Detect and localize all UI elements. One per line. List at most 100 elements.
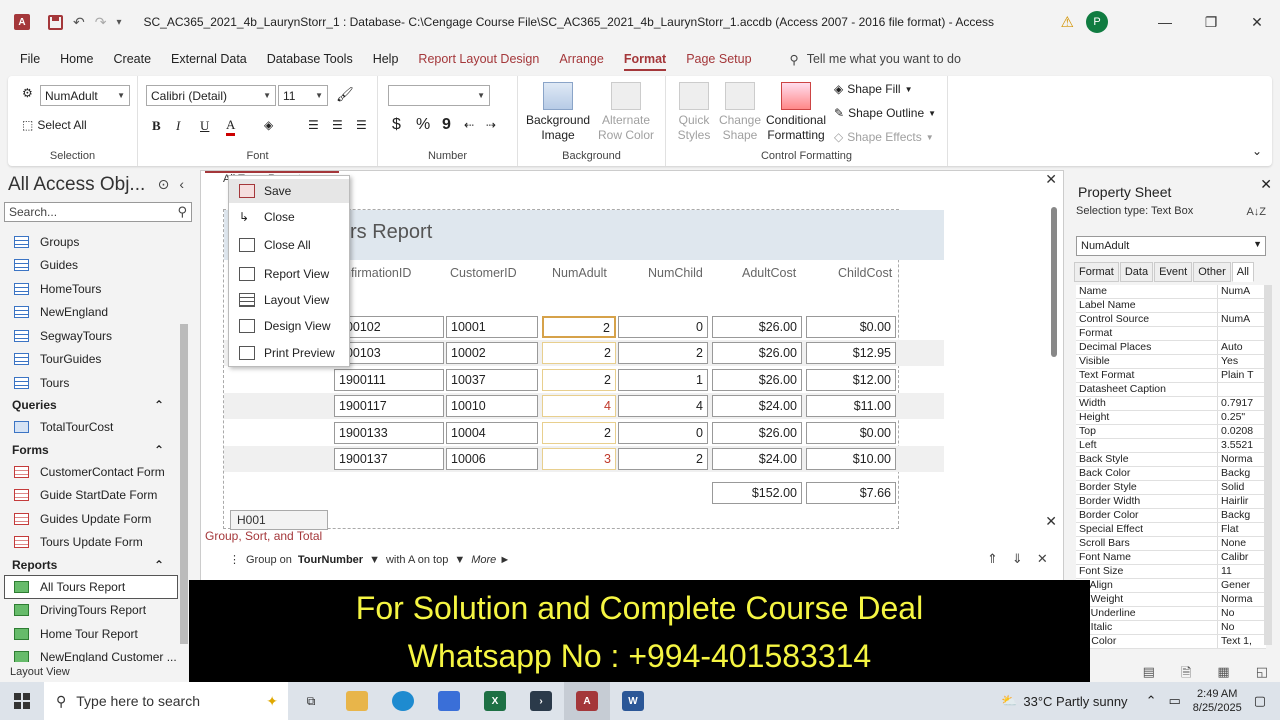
- nav-item-table[interactable]: Tours: [0, 371, 178, 395]
- property-row[interactable]: Border Style Solid: [1076, 481, 1266, 495]
- close-group-pane-icon[interactable]: ✕: [1045, 513, 1057, 530]
- report-title[interactable]: rs Report: [350, 221, 432, 244]
- store-button[interactable]: [426, 682, 472, 720]
- property-row[interactable]: Label Name: [1076, 299, 1266, 313]
- property-value[interactable]: No: [1218, 607, 1266, 620]
- background-image-button[interactable]: Background Image: [526, 82, 590, 143]
- property-value[interactable]: Text 1,: [1218, 635, 1266, 648]
- total-child-cost[interactable]: $7.66: [806, 482, 896, 504]
- property-row[interactable]: nt Italic No: [1076, 621, 1266, 635]
- num-child-cell[interactable]: 0: [618, 316, 708, 338]
- property-row[interactable]: Font Name Calibr: [1076, 551, 1266, 565]
- confirmation-id-cell[interactable]: 1900111: [334, 368, 444, 391]
- nav-category-reports[interactable]: Reports ⌃: [0, 554, 178, 575]
- property-value[interactable]: Norma: [1218, 453, 1266, 466]
- num-adult-cell[interactable]: 2: [542, 368, 616, 391]
- nav-scroll-thumb[interactable]: [180, 324, 188, 644]
- customer-id-cell[interactable]: 10006: [446, 448, 538, 470]
- property-value[interactable]: Hairlir: [1218, 495, 1266, 508]
- tray-chevron-up-icon[interactable]: ⌃: [1146, 693, 1157, 709]
- tab-arrange[interactable]: Arrange: [559, 52, 603, 66]
- weather-icon[interactable]: ⛅: [1001, 693, 1017, 709]
- customer-id-cell[interactable]: 10004: [446, 421, 538, 444]
- property-value[interactable]: Backg: [1218, 467, 1266, 480]
- tab-external-data[interactable]: External Data: [171, 52, 247, 66]
- property-row[interactable]: nt Underline No: [1076, 607, 1266, 621]
- avatar[interactable]: P: [1086, 11, 1108, 33]
- child-cost-cell[interactable]: $0.00: [806, 316, 896, 338]
- property-row[interactable]: re Color Text 1,: [1076, 635, 1266, 649]
- num-adult-cell[interactable]: 3: [542, 448, 616, 470]
- drag-handle-icon[interactable]: ⋮: [229, 553, 240, 566]
- more-options-link[interactable]: More ►: [471, 554, 510, 566]
- adult-cost-cell[interactable]: $24.00: [712, 395, 802, 418]
- group-level-row[interactable]: ⋮ Group on TourNumber ▼ with A on top ▼ …: [229, 553, 510, 567]
- column-header[interactable]: nfirmationID: [344, 266, 411, 280]
- undo-icon[interactable]: ↶: [73, 14, 85, 31]
- tell-me-box[interactable]: ⚲ Tell me what you want to do: [790, 52, 961, 67]
- number-format-combo[interactable]: ▼: [388, 85, 490, 106]
- property-row[interactable]: Text Format Plain T: [1076, 369, 1266, 383]
- italic-button[interactable]: I: [176, 118, 180, 134]
- close-window-button[interactable]: ✕: [1234, 14, 1280, 31]
- nav-item-table[interactable]: Groups: [0, 230, 178, 254]
- property-sheet-scrollbar[interactable]: [1264, 285, 1272, 645]
- move-down-icon[interactable]: ⇓: [1012, 551, 1023, 567]
- tab-format[interactable]: Format: [623, 52, 667, 71]
- save-icon[interactable]: [48, 14, 63, 30]
- nav-item-query[interactable]: TotalTourCost: [0, 416, 178, 440]
- property-row[interactable]: Back Color Backg: [1076, 467, 1266, 481]
- conditional-formatting-button[interactable]: Conditional Formatting: [764, 82, 828, 143]
- property-row[interactable]: Special Effect Flat: [1076, 523, 1266, 537]
- tab-report-layout-design[interactable]: Report Layout Design: [418, 52, 539, 66]
- redo-icon[interactable]: ↷: [95, 14, 107, 31]
- child-cost-cell[interactable]: $10.00: [806, 448, 896, 470]
- customer-id-cell[interactable]: 10002: [446, 342, 538, 365]
- nav-item-table[interactable]: TourGuides: [0, 348, 178, 372]
- start-button[interactable]: [0, 682, 44, 720]
- property-row[interactable]: xt Align Gener: [1076, 579, 1266, 593]
- customer-id-cell[interactable]: 10037: [446, 368, 538, 391]
- nav-scrollbar[interactable]: [180, 232, 188, 660]
- total-adult-cost[interactable]: $152.00: [712, 482, 802, 504]
- delete-group-icon[interactable]: ✕: [1037, 551, 1048, 567]
- property-row[interactable]: Font Size 11: [1076, 565, 1266, 579]
- change-shape-button[interactable]: Change Shape: [718, 82, 762, 143]
- property-value[interactable]: NumA: [1218, 313, 1266, 326]
- bold-button[interactable]: B: [152, 118, 161, 134]
- shape-effects-button[interactable]: ◇ Shape Effects ▼: [834, 130, 934, 144]
- property-tab-other[interactable]: Other: [1193, 262, 1231, 282]
- adult-cost-cell[interactable]: $26.00: [712, 342, 802, 365]
- customer-id-cell[interactable]: 10010: [446, 395, 538, 418]
- property-object-combo[interactable]: NumAdult ▼: [1076, 236, 1266, 256]
- nav-item-form[interactable]: CustomerContact Form: [0, 460, 178, 484]
- adult-cost-cell[interactable]: $24.00: [712, 448, 802, 470]
- num-child-cell[interactable]: 2: [618, 448, 708, 470]
- comma-button[interactable]: 9: [442, 116, 451, 134]
- property-value[interactable]: Yes: [1218, 355, 1266, 368]
- tab-create[interactable]: Create: [114, 52, 152, 66]
- close-property-sheet-icon[interactable]: ✕: [1260, 176, 1272, 193]
- decrease-decimals-icon[interactable]: ⇢: [486, 118, 496, 132]
- word-button[interactable]: W: [610, 682, 656, 720]
- context-menu-report-view[interactable]: Report View: [229, 262, 349, 286]
- property-value[interactable]: 0.7917: [1218, 397, 1266, 410]
- warning-icon[interactable]: ⚠: [1061, 13, 1074, 31]
- font-size-combo[interactable]: 11 ▼: [278, 85, 328, 106]
- num-child-cell[interactable]: 4: [618, 395, 708, 418]
- child-cost-cell[interactable]: $0.00: [806, 421, 896, 444]
- tab-page-setup[interactable]: Page Setup: [686, 52, 751, 66]
- property-value[interactable]: Flat: [1218, 523, 1266, 536]
- confirmation-id-cell[interactable]: 900102: [334, 316, 444, 338]
- weather-text[interactable]: 33°C Partly sunny: [1023, 694, 1127, 709]
- background-color-icon[interactable]: ◈: [264, 118, 273, 132]
- task-view-button[interactable]: ⧉: [288, 682, 334, 720]
- chevron-down-icon[interactable]: ▼: [454, 554, 465, 566]
- adult-cost-cell[interactable]: $26.00: [712, 368, 802, 391]
- nav-item-form[interactable]: Guide StartDate Form: [0, 484, 178, 508]
- context-menu-close[interactable]: ↳ Close: [229, 205, 349, 229]
- property-value[interactable]: Calibr: [1218, 551, 1266, 564]
- property-value[interactable]: None: [1218, 537, 1266, 550]
- property-row[interactable]: Top 0.0208: [1076, 425, 1266, 439]
- column-header[interactable]: NumAdult: [552, 266, 607, 280]
